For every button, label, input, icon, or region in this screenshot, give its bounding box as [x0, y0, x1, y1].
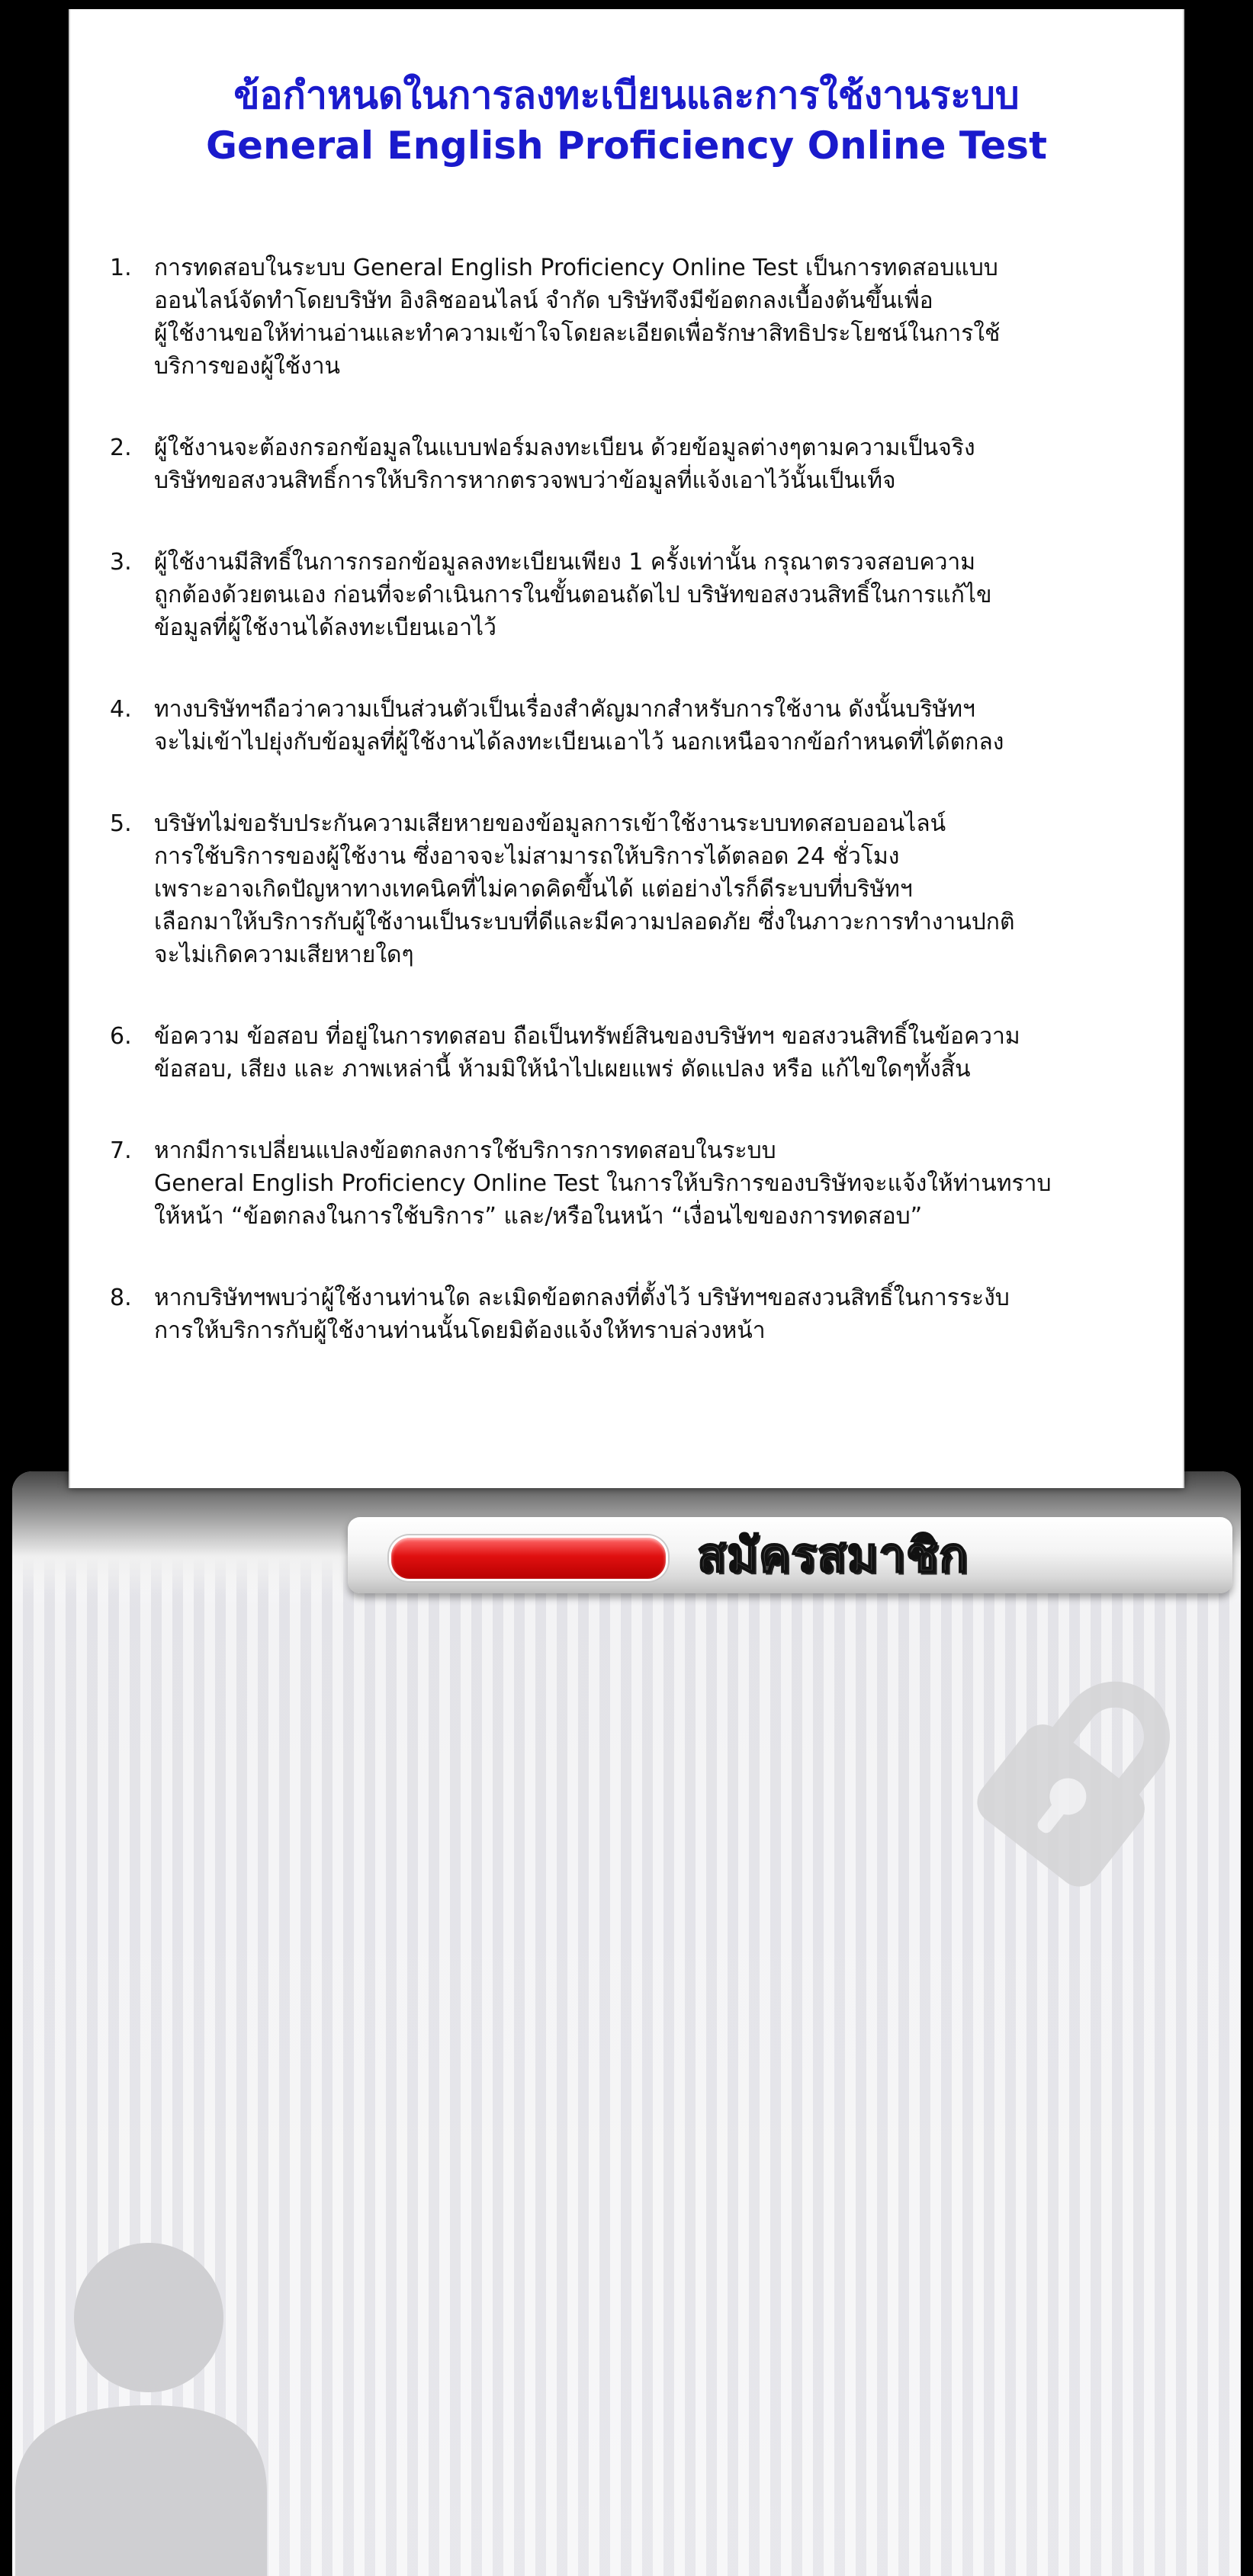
term-text-line: ข้อความ ข้อสอบ ที่อยู่ในการทดสอบ ถือเป็น… — [154, 1023, 1020, 1050]
title-line-english: General English Proficiency Online Test — [206, 124, 1047, 168]
term-number: 1. — [110, 255, 132, 281]
lock-icon — [977, 1681, 1170, 1887]
terms-list: 1. การทดสอบในระบบ General English Profic… — [70, 252, 1183, 1396]
term-text-line: จะไม่เข้าไปยุ่งกับข้อมูลที่ผู้ใช้งานได้ล… — [154, 729, 1004, 755]
term-text-line: หากบริษัทฯพบว่าผู้ใช้งานท่านใด ละเมิดข้อ… — [154, 1285, 1010, 1311]
registration-terms-page: ข้อกำหนดในการลงทะเบียนและการใช้งานระบบ G… — [0, 0, 1253, 2576]
term-item-3: 3. ผู้ใช้งานมีสิทธิ์ในการกรอกข้อมูลลงทะเ… — [70, 546, 1183, 644]
term-text-line: การใช้บริการของผู้ใช้งาน ซึ่งอาจจะไม่สาม… — [154, 843, 900, 870]
term-text-line: เพราะอาจเกิดปัญหาทางเทคนิคที่ไม่คาดคิดขึ… — [154, 876, 913, 903]
term-text-line: หากมีการเปลี่ยนแปลงข้อตกลงการใช้บริการกา… — [154, 1137, 776, 1164]
term-item-6: 6. ข้อความ ข้อสอบ ที่อยู่ในการทดสอบ ถือเ… — [70, 1020, 1183, 1086]
term-number: 2. — [110, 435, 132, 461]
term-item-2: 2. ผู้ใช้งานจะต้องกรอกข้อมูลในแบบฟอร์มลง… — [70, 431, 1183, 497]
term-text-line: ถูกต้องด้วยตนเอง ก่อนที่จะดำเนินการในขั้… — [154, 582, 992, 608]
term-text-line: บริษัทขอสงวนสิทธิ์การให้บริการหากตรวจพบว… — [154, 467, 896, 494]
term-item-7: 7. หากมีการเปลี่ยนแปลงข้อตกลงการใช้บริกา… — [70, 1134, 1183, 1233]
term-text-line: ผู้ใช้งานขอให้ท่านอ่านและทำความเข้าใจโดย… — [154, 320, 1001, 347]
term-number: 4. — [110, 696, 132, 723]
term-item-8: 8. หากบริษัทฯพบว่าผู้ใช้งานท่านใด ละเมิด… — [70, 1282, 1183, 1347]
terms-document: ข้อกำหนดในการลงทะเบียนและการใช้งานระบบ G… — [69, 9, 1184, 1488]
term-item-5: 5. บริษัทไม่ขอรับประกันความเสียหายของข้อ… — [70, 807, 1183, 971]
term-text-line: ให้หน้า “ข้อตกลงในการใช้บริการ” และ/หรือ… — [154, 1203, 923, 1230]
term-text-line: ข้อสอบ, เสียง และ ภาพเหล่านี้ ห้ามมิให้น… — [154, 1056, 971, 1083]
person-icon — [15, 2243, 267, 2576]
term-number: 3. — [110, 549, 132, 576]
term-item-1: 1. การทดสอบในระบบ General English Profic… — [70, 252, 1183, 383]
term-text-line: ผู้ใช้งานมีสิทธิ์ในการกรอกข้อมูลลงทะเบีย… — [154, 549, 976, 576]
register-bar: สมัครสมาชิก — [348, 1517, 1232, 1593]
term-text-line: ออนไลน์จัดทำโดยบริษัท อิงลิชออนไลน์ จำกั… — [154, 287, 933, 314]
term-text-line: เลือกมาให้บริการกับผู้ใช้งานเป็นระบบที่ด… — [154, 909, 1015, 935]
term-text-line: ผู้ใช้งานจะต้องกรอกข้อมูลในแบบฟอร์มลงทะเ… — [154, 435, 975, 461]
page-title: ข้อกำหนดในการลงทะเบียนและการใช้งานระบบ G… — [70, 70, 1183, 171]
term-text-line: ข้อมูลที่ผู้ใช้งานได้ลงทะเบียนเอาไว้ — [154, 614, 496, 641]
term-text-line: General English Proficiency Online Test … — [154, 1170, 1052, 1197]
term-number: 6. — [110, 1023, 132, 1050]
term-number: 5. — [110, 810, 132, 837]
term-text-line: การทดสอบในระบบ General English Proficien… — [154, 255, 998, 281]
term-text-line: ทางบริษัทฯถือว่าความเป็นส่วนตัวเป็นเรื่อ… — [154, 696, 975, 723]
title-line-thai: ข้อกำหนดในการลงทะเบียนและการใช้งานระบบ — [233, 73, 1020, 117]
term-item-4: 4. ทางบริษัทฯถือว่าความเป็นส่วนตัวเป็นเร… — [70, 693, 1183, 759]
register-label[interactable]: สมัครสมาชิก — [696, 1526, 969, 1584]
term-text-line: จะไม่เกิดความเสียหายใดๆ — [154, 942, 414, 968]
term-text-line: บริษัทไม่ขอรับประกันความเสียหายของข้อมูล… — [154, 810, 946, 837]
register-button[interactable] — [389, 1535, 668, 1581]
term-text-line: การให้บริการกับผู้ใช้งานท่านนั้นโดยมิต้อ… — [154, 1317, 766, 1344]
term-number: 7. — [110, 1137, 132, 1164]
term-number: 8. — [110, 1285, 132, 1311]
term-text-line: บริการของผู้ใช้งาน — [154, 353, 341, 380]
